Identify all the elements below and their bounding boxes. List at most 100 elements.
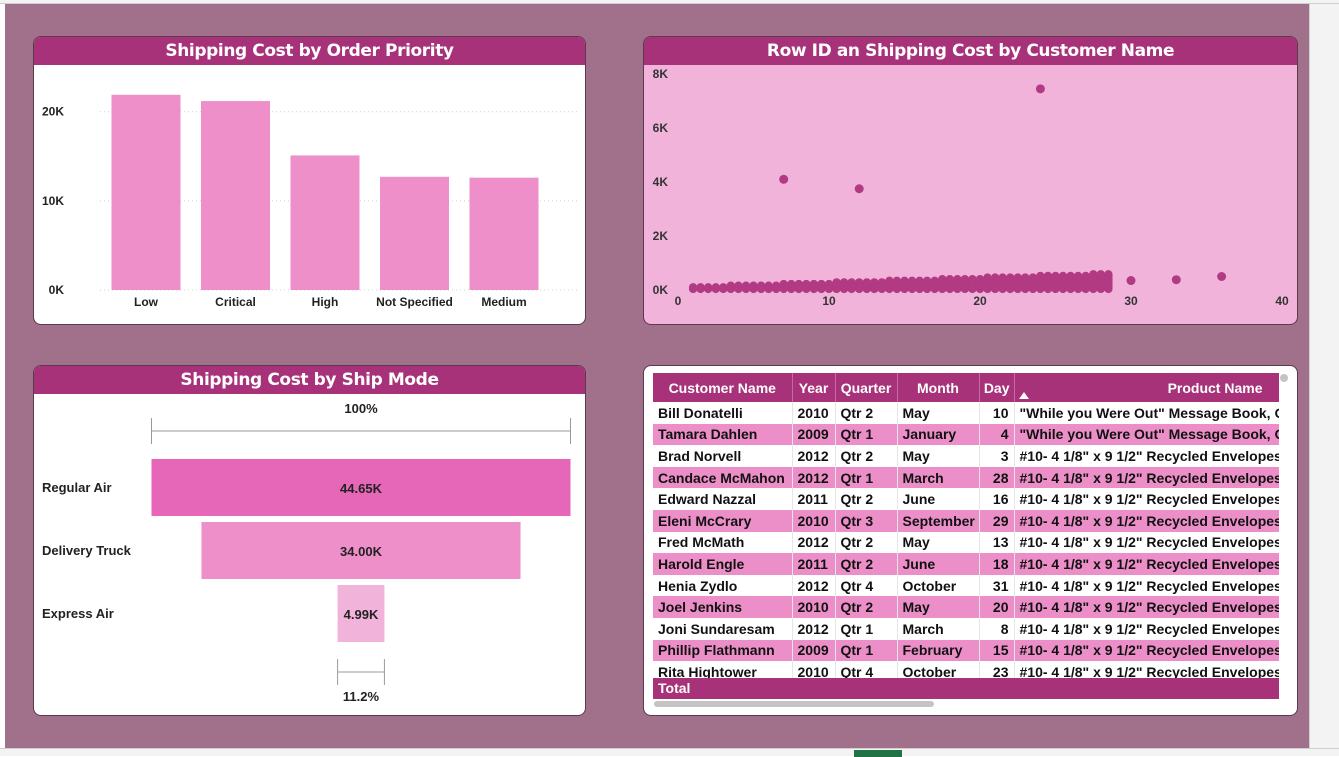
cell-year: 2010: [792, 509, 836, 532]
cell-month: June: [897, 553, 980, 575]
cell-customer: Phillip Flathmann: [653, 639, 793, 662]
shipmode-chart-card[interactable]: Shipping Cost by Ship Mode 100% 44.65K Reg…: [33, 365, 586, 716]
scatter-point: [1006, 273, 1015, 282]
cell-month: March: [897, 617, 980, 640]
table-row[interactable]: Henia Zydlo 2012 Qtr 4 October 31 #10- 4 1/8"…: [653, 574, 1279, 597]
cell-month: March: [897, 466, 980, 489]
scatter-point: [1035, 84, 1045, 94]
table-row[interactable]: Eleni McCrary 2010 Qtr 3 September 29 #10- 4 …: [653, 509, 1279, 532]
col-header-quarter[interactable]: Quarter: [835, 373, 898, 402]
cell-day: 16: [979, 488, 1015, 510]
bar: [290, 155, 360, 290]
cell-product: #10- 4 1/8" x 9 1/2" Recycled Envelopes: [1014, 488, 1279, 510]
vertical-scrollbar[interactable]: [1280, 374, 1288, 382]
col-header-year[interactable]: Year: [792, 373, 836, 402]
scatter-point: [998, 273, 1007, 282]
scatter-point: [772, 281, 781, 290]
cell-customer: Joel Jenkins: [653, 596, 793, 618]
cell-product: "While you Were Out" Message Book, One F…: [1014, 423, 1279, 446]
x-tick-label: Low: [134, 295, 159, 309]
col-header-customer-name[interactable]: Customer Name: [653, 373, 793, 402]
table-body: Bill Donatelli 2010 Qtr 2 May 10 "While you W…: [653, 402, 1279, 683]
scatter-point: [719, 283, 728, 292]
cell-customer: Eleni McCrary: [653, 509, 793, 532]
cell-quarter: Qtr 1: [835, 466, 898, 489]
scatter-point: [1013, 273, 1022, 282]
scatter-chart-card[interactable]: Row ID an Shipping Cost by Customer Name…: [643, 36, 1298, 325]
priority-chart-card[interactable]: Shipping Cost by Order Priority 0K 10K 20K…: [33, 36, 586, 325]
scatter-point: [809, 279, 819, 289]
scatter-point: [862, 278, 871, 287]
shipmode-funnel-chart: 100% 44.65K Regular Air 34.00K Delivery Truc…: [42, 401, 571, 704]
scatter-point: [990, 273, 1000, 282]
scatter-point: [1073, 271, 1083, 281]
table-row[interactable]: Harold Engle 2011 Qtr 2 June 18 #10- 4 1/8" x…: [653, 553, 1279, 575]
sort-ascending-icon[interactable]: [1018, 392, 1029, 399]
col-header-product-name[interactable]: Product Name: [1014, 373, 1279, 402]
table-row[interactable]: Phillip Flathmann 2009 Qtr 1 February 15 #10-…: [653, 639, 1279, 662]
scatter-point: [1051, 271, 1060, 281]
x-tick-label: 30: [1124, 294, 1138, 308]
table-total-row: Total: [653, 678, 1279, 699]
cell-year: 2012: [792, 466, 836, 489]
cell-customer: Tamara Dahlen: [653, 423, 793, 446]
right-strip: [1309, 4, 1339, 748]
table-row[interactable]: Joni Sundaresam 2012 Qtr 1 March 8 #10- 4 1/8…: [653, 617, 1279, 640]
cell-day: 18: [979, 553, 1015, 575]
cell-product: #10- 4 1/8" x 9 1/2" Recycled Envelopes: [1014, 445, 1279, 467]
cell-year: 2012: [792, 574, 836, 597]
scatter-point: [968, 275, 977, 284]
table-row[interactable]: Edward Nazzal 2011 Qtr 2 June 16 #10- 4 1/8" …: [653, 488, 1279, 510]
scatter-point: [900, 276, 909, 285]
scatter-point: [847, 278, 856, 287]
x-tick-label: Critical: [215, 295, 256, 309]
col-header-day[interactable]: Day: [979, 373, 1015, 402]
scatter-point: [975, 275, 985, 284]
x-tick-label: Medium: [481, 295, 526, 309]
table-card[interactable]: Customer Name Year Quarter Month Day Pro…: [643, 365, 1298, 716]
table-row[interactable]: Candace McMahon 2012 Qtr 1 March 28 #10- 4 1/…: [653, 466, 1279, 489]
y-tick-label: 2K: [653, 229, 669, 243]
cell-day: 15: [979, 639, 1015, 662]
scatter-point: [1089, 270, 1098, 279]
cell-quarter: Qtr 4: [835, 574, 898, 597]
cell-quarter: Qtr 2: [835, 402, 898, 424]
cell-customer: Brad Norvell: [653, 445, 793, 467]
scatter-point: [832, 278, 841, 287]
scatter-point: [892, 276, 902, 285]
scatter-point: [945, 275, 954, 284]
table-row[interactable]: Fred McMath 2012 Qtr 2 May 13 #10- 4 1/8" x 9…: [653, 531, 1279, 554]
col-header-month[interactable]: Month: [897, 373, 980, 402]
table-row[interactable]: Tamara Dahlen 2009 Qtr 1 January 4 "While you…: [653, 423, 1279, 446]
scatter-point: [741, 281, 751, 290]
y-tick-label: 6K: [653, 121, 669, 135]
bar: [469, 177, 539, 290]
funnel-value-label: 4.99K: [344, 607, 379, 622]
scatter-chart: 0K 2K 4K 6K 8K 0 10 20 30 40: [653, 67, 1289, 308]
scatter-point: [794, 279, 803, 289]
scatter-point: [1036, 271, 1045, 281]
scatter-point: [1028, 273, 1038, 282]
scatter-point: [704, 283, 713, 292]
cell-quarter: Qtr 1: [835, 617, 898, 640]
scatter-point: [953, 275, 962, 284]
funnel-value-label: 34.00K: [340, 544, 383, 559]
x-tick-label: Not Specified: [376, 295, 453, 309]
cell-product: "While you Were Out" Message Book, One F…: [1014, 402, 1279, 424]
cell-quarter: Qtr 1: [835, 423, 898, 446]
data-table-wrapper[interactable]: Customer Name Year Quarter Month Day Pro…: [653, 373, 1279, 698]
horizontal-scrollbar[interactable]: [654, 701, 934, 707]
cell-day: 4: [979, 423, 1015, 446]
table-row[interactable]: Bill Donatelli 2010 Qtr 2 May 10 "While you W…: [653, 402, 1279, 424]
y-tick-label: 0K: [653, 283, 669, 297]
table-row[interactable]: Brad Norvell 2012 Qtr 2 May 3 #10- 4 1/8" x 9…: [653, 445, 1279, 467]
cell-product: #10- 4 1/8" x 9 1/2" Recycled Envelopes: [1014, 509, 1279, 532]
scatter-point: [1058, 271, 1068, 281]
table-row[interactable]: Joel Jenkins 2010 Qtr 2 May 20 #10- 4 1/8" x …: [653, 596, 1279, 618]
scatter-point: [787, 279, 796, 289]
y-tick-label: 20K: [42, 105, 64, 119]
cell-month: October: [897, 574, 980, 597]
cell-day: 31: [979, 574, 1015, 597]
funnel-category-label: Delivery Truck: [42, 543, 132, 558]
scatter-point: [1043, 271, 1053, 281]
